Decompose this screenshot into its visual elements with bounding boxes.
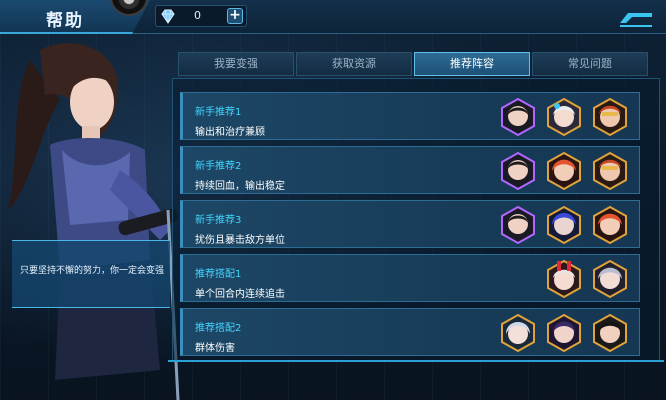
list-item[interactable]: 推荐搭配1 单个回合内连续追击 xyxy=(180,254,640,302)
diamond-icon xyxy=(161,9,175,24)
list-item[interactable]: 推荐搭配2 群体伤害 xyxy=(180,308,640,356)
hero-portrait[interactable] xyxy=(591,205,629,245)
item-title: 新手推荐3 xyxy=(195,215,242,226)
page-title: 帮助 xyxy=(46,11,84,31)
hero-portrait[interactable] xyxy=(591,259,629,299)
hero-list xyxy=(499,313,629,353)
item-title: 推荐搭配2 xyxy=(195,323,242,334)
hero-list xyxy=(499,151,629,191)
hero-portrait[interactable] xyxy=(499,205,537,245)
hero-portrait[interactable] xyxy=(499,151,537,191)
hero-portrait[interactable] xyxy=(545,97,583,137)
back-icon[interactable] xyxy=(618,8,654,28)
hero-portrait[interactable] xyxy=(545,205,583,245)
item-title: 新手推荐1 xyxy=(195,107,242,118)
hero-list xyxy=(499,97,629,137)
tip-box: 只要坚持不懈的努力，你一定会变强 xyxy=(12,240,170,308)
hero-portrait[interactable] xyxy=(545,151,583,191)
hero-portrait[interactable] xyxy=(499,97,537,137)
hero-portrait[interactable] xyxy=(545,259,583,299)
hero-list xyxy=(545,259,629,299)
hero-portrait[interactable] xyxy=(545,313,583,353)
item-title: 新手推荐2 xyxy=(195,161,242,172)
item-desc: 持续回血，输出稳定 xyxy=(195,181,285,192)
hero-portrait[interactable] xyxy=(591,151,629,191)
list-item[interactable]: 新手推荐3 扰伤且暴击敌方单位 xyxy=(180,200,640,248)
bottom-divider xyxy=(168,360,664,362)
item-desc: 单个回合内连续追击 xyxy=(195,289,285,300)
currency-box: 0 + xyxy=(155,5,247,27)
top-bar: 帮助 0 + xyxy=(0,0,666,34)
currency-value: 0 xyxy=(194,9,201,22)
tab-get-stronger[interactable]: 我要变强 xyxy=(178,52,294,76)
hero-portrait[interactable] xyxy=(591,97,629,137)
item-desc: 群体伤害 xyxy=(195,343,235,354)
item-title: 推荐搭配1 xyxy=(195,269,242,280)
hero-portrait[interactable] xyxy=(591,313,629,353)
list-item[interactable]: 新手推荐2 持续回血，输出稳定 xyxy=(180,146,640,194)
tab-get-resources[interactable]: 获取资源 xyxy=(296,52,412,76)
tip-text: 只要坚持不懈的努力，你一定会变强 xyxy=(20,266,165,276)
tab-bar: 我要变强 获取资源 推荐阵容 常见问题 xyxy=(178,52,648,76)
add-currency-button[interactable]: + xyxy=(227,8,243,24)
item-desc: 扰伤且暴击敌方单位 xyxy=(195,235,285,246)
hero-list xyxy=(499,205,629,245)
hero-portrait[interactable] xyxy=(499,313,537,353)
character-illustration xyxy=(8,43,180,400)
item-desc: 输出和治疗兼顾 xyxy=(195,127,265,138)
tab-faq[interactable]: 常见问题 xyxy=(532,52,648,76)
list-item[interactable]: 新手推荐1 输出和治疗兼顾 xyxy=(180,92,640,140)
tab-recommended-lineup[interactable]: 推荐阵容 xyxy=(414,52,530,76)
